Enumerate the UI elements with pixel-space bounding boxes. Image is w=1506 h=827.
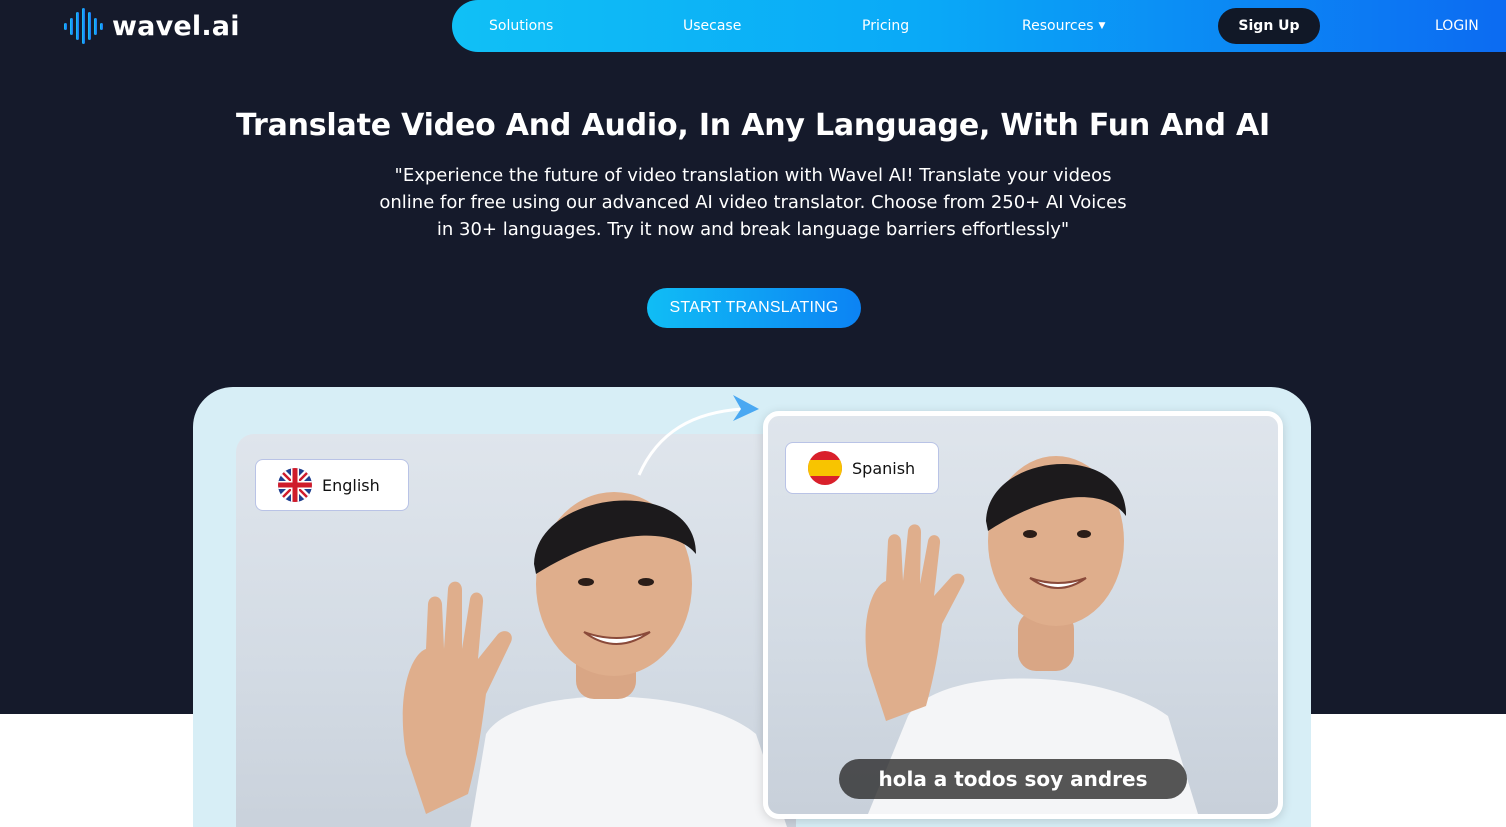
demo-card: English Spanish hola a todos soy andres: [193, 387, 1311, 827]
nav-resources-label: Resources: [1022, 18, 1094, 34]
source-language-label: English: [322, 475, 380, 495]
translate-arrow-icon: [637, 395, 759, 476]
source-language-badge: English: [255, 459, 409, 511]
nav-usecase[interactable]: Usecase: [683, 0, 741, 52]
nav-resources[interactable]: Resources ▼: [1022, 0, 1105, 52]
caret-down-icon: ▼: [1098, 21, 1106, 31]
main-nav: Solutions Usecase Pricing Resources ▼ Sig…: [452, 0, 1506, 52]
logo-text: wavel.ai: [112, 10, 240, 42]
uk-flag-icon: [278, 468, 312, 502]
hero-title: Translate Video And Audio, In Any Langua…: [236, 108, 1270, 143]
nav-pricing[interactable]: Pricing: [862, 0, 909, 52]
nav-solutions[interactable]: Solutions: [489, 0, 553, 52]
subtitle-caption: hola a todos soy andres: [839, 759, 1187, 799]
start-translating-button[interactable]: START TRANSLATING: [647, 288, 861, 328]
logo[interactable]: wavel.ai: [62, 6, 240, 46]
signup-button[interactable]: Sign Up: [1218, 8, 1320, 44]
spain-flag-icon: [808, 451, 842, 485]
login-link[interactable]: LOGIN: [1435, 0, 1479, 52]
hero-description: "Experience the future of video translat…: [379, 165, 1127, 240]
target-language-badge: Spanish: [785, 442, 939, 494]
target-language-label: Spanish: [852, 458, 916, 478]
sound-wave-icon: [62, 6, 106, 46]
